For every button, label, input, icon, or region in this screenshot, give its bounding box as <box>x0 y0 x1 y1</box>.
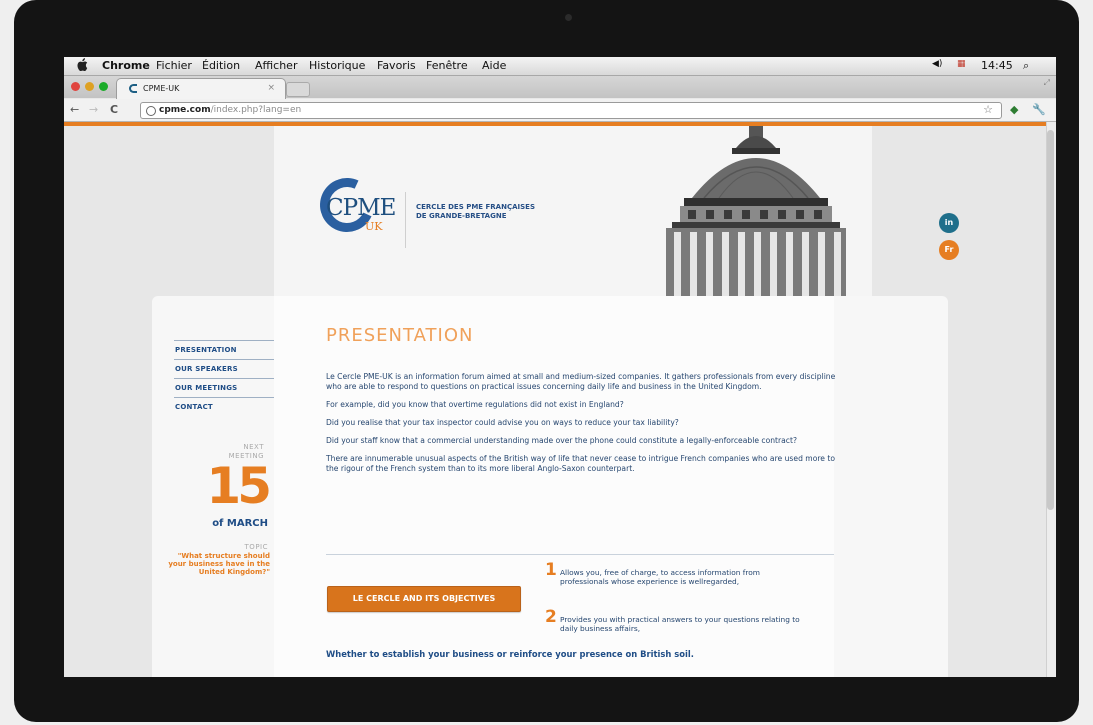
french-language-icon[interactable]: Fr <box>939 240 959 260</box>
menu-favoris[interactable]: Favoris <box>377 59 416 72</box>
content-divider <box>326 554 834 555</box>
spotlight-icon[interactable]: ⌕ <box>1023 59 1029 73</box>
menu-fichier[interactable]: Fichier <box>156 59 192 72</box>
page-title: PRESENTATION <box>326 325 474 346</box>
topic-label: TOPIC <box>244 543 268 551</box>
logo-main-text[interactable]: CPME <box>326 195 396 221</box>
side-navigation: PRESENTATION OUR SPEAKERS OUR MEETINGS C… <box>174 340 274 416</box>
paragraph: Le Cercle PME-UK is an information forum… <box>326 372 836 391</box>
forward-arrow-icon[interactable]: → <box>89 103 98 116</box>
mac-menubar: Chrome Fichier Édition Afficher Historiq… <box>64 57 1056 76</box>
close-window-icon[interactable] <box>71 82 80 91</box>
zoom-window-icon[interactable] <box>99 82 108 91</box>
logo-separator <box>405 192 406 248</box>
meeting-day: 15 <box>206 457 272 515</box>
page-info-icon[interactable] <box>146 106 156 116</box>
tagline-line-1: CERCLE DES PME FRANÇAISES <box>416 203 535 211</box>
objective-number: 1 <box>545 560 557 580</box>
paragraph: There are innumerable unusual aspects of… <box>326 454 836 473</box>
resize-icon[interactable]: ⤢ <box>1044 78 1050 88</box>
url-path: /index.php?lang=en <box>210 105 302 115</box>
objective-item-2: 2 Provides you with practical answers to… <box>545 609 810 634</box>
tab-title: CPME-UK <box>143 84 180 93</box>
cpme-favicon-icon <box>129 84 137 93</box>
menu-app-name[interactable]: Chrome <box>102 59 150 72</box>
menu-afficher[interactable]: Afficher <box>255 59 297 72</box>
screen: Chrome Fichier Édition Afficher Historiq… <box>64 57 1056 677</box>
web-page: CPME UK CERCLE DES PME FRANÇAISES DE GRA… <box>64 122 1056 677</box>
reload-icon[interactable]: C <box>110 103 118 116</box>
menu-edition[interactable]: Édition <box>202 59 240 72</box>
closing-statement: Whether to establish your business or re… <box>326 649 694 659</box>
linkedin-icon[interactable]: in <box>939 213 959 233</box>
tab-cpme-uk[interactable]: CPME-UK × <box>116 78 286 99</box>
bookmark-star-icon[interactable]: ☆ <box>983 103 993 116</box>
st-pauls-dome-image <box>644 126 872 296</box>
objective-text: Provides you with practical answers to y… <box>560 615 800 633</box>
navigation-bar: ← → C cpme.com/index.php?lang=en ☆ ◆ 🔧 <box>64 99 1056 122</box>
objective-item-1: 1 Allows you, free of charge, to access … <box>545 562 790 587</box>
paragraph: Did you realise that your tax inspector … <box>326 418 679 427</box>
paragraph: Did your staff know that a commercial un… <box>326 436 797 445</box>
logo-tagline: CERCLE DES PME FRANÇAISES DE GRANDE-BRET… <box>416 203 535 221</box>
url-text[interactable]: cpme.com/index.php?lang=en <box>159 105 301 115</box>
apple-icon[interactable] <box>76 58 88 71</box>
nav-contact[interactable]: CONTACT <box>174 397 274 416</box>
nav-presentation[interactable]: PRESENTATION <box>174 340 274 359</box>
wrench-icon[interactable]: 🔧 <box>1032 103 1046 116</box>
logo-uk-text[interactable]: UK <box>365 220 383 233</box>
objective-number: 2 <box>545 607 557 627</box>
tagline-line-2: DE GRANDE-BRETAGNE <box>416 212 507 220</box>
menu-aide[interactable]: Aide <box>482 59 506 72</box>
topic-text: "What structure should your business hav… <box>168 552 270 576</box>
url-host: cpme.com <box>159 105 211 115</box>
menu-historique[interactable]: Historique <box>309 59 365 72</box>
minimize-window-icon[interactable] <box>85 82 94 91</box>
back-arrow-icon[interactable]: ← <box>70 103 79 116</box>
new-tab-button[interactable] <box>286 82 310 97</box>
tab-bar: CPME-UK × ⤢ <box>64 76 1056 99</box>
address-bar[interactable]: cpme.com/index.php?lang=en ☆ <box>140 102 1002 119</box>
objective-text: Allows you, free of charge, to access in… <box>560 568 760 586</box>
nav-our-meetings[interactable]: OUR MEETINGS <box>174 378 274 397</box>
next-meeting-label-1: NEXT <box>243 443 264 451</box>
meeting-month: of MARCH <box>212 518 268 529</box>
objectives-button[interactable]: LE CERCLE AND ITS OBJECTIVES <box>327 586 521 612</box>
flag-icon[interactable]: ▦ <box>957 59 966 69</box>
presentation-body: Le Cercle PME-UK is an information forum… <box>326 372 836 482</box>
volume-icon[interactable]: ◀) <box>932 59 942 69</box>
extension-icon[interactable]: ◆ <box>1010 103 1018 116</box>
nav-our-speakers[interactable]: OUR SPEAKERS <box>174 359 274 378</box>
tab-close-icon[interactable]: × <box>267 83 275 93</box>
paragraph: For example, did you know that overtime … <box>326 400 624 409</box>
scrollbar-thumb[interactable] <box>1047 130 1054 510</box>
menu-clock[interactable]: 14:45 <box>981 59 1013 72</box>
camera-dot <box>565 14 572 21</box>
menu-fenetre[interactable]: Fenêtre <box>426 59 468 72</box>
